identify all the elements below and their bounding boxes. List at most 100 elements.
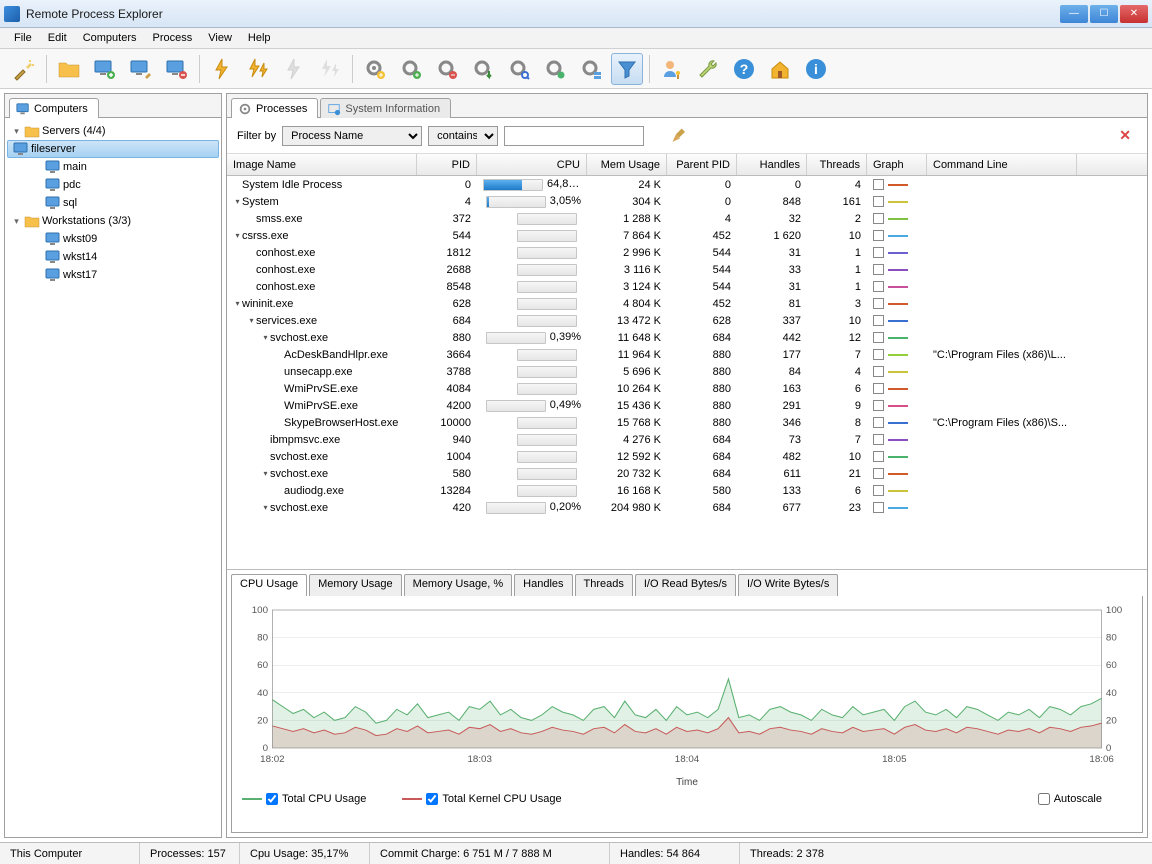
filter-value-input[interactable] [504,126,644,146]
col-image-name[interactable]: Image Name [227,154,417,175]
process-row[interactable]: audiodg.exe 13284 16 168 K 580 133 6 [227,482,1147,499]
process-row[interactable]: System Idle Process 0 64,83% 24 K 0 0 4 [227,176,1147,193]
tree-servers[interactable]: ▾ Servers (4/4) [7,122,219,140]
perf-tab-1[interactable]: Memory Usage [309,574,402,596]
close-button[interactable]: ✕ [1120,5,1148,23]
tree-item-main[interactable]: main [7,158,219,176]
tree-item-sql[interactable]: sql [7,194,219,212]
process-row[interactable]: ▾services.exe 684 13 472 K 628 337 10 [227,312,1147,329]
menu-view[interactable]: View [200,30,240,46]
chevron-down-icon[interactable]: ▾ [233,231,242,240]
minimize-button[interactable]: — [1060,5,1088,23]
tree-item-wkst17[interactable]: wkst17 [7,266,219,284]
perf-tab-0[interactable]: CPU Usage [231,574,307,596]
process-table-body[interactable]: System Idle Process 0 64,83% 24 K 0 0 4 … [227,176,1147,569]
gear-find-button[interactable] [539,53,571,85]
gear-add-button[interactable] [395,53,427,85]
tab-computers[interactable]: Computers [9,98,99,118]
gear-layers-button[interactable] [575,53,607,85]
gear-remove-button[interactable] [431,53,463,85]
col-cmd[interactable]: Command Line [927,154,1077,175]
perf-tab-2[interactable]: Memory Usage, % [404,574,512,596]
process-row[interactable]: conhost.exe 2688 3 116 K 544 33 1 [227,261,1147,278]
info-button[interactable]: i [800,53,832,85]
maximize-button[interactable]: ☐ [1090,5,1118,23]
gear-down-button[interactable] [467,53,499,85]
perf-tab-5[interactable]: I/O Read Bytes/s [635,574,736,596]
process-row[interactable]: svchost.exe 1004 12 592 K 684 482 10 [227,448,1147,465]
perf-tab-6[interactable]: I/O Write Bytes/s [738,574,838,596]
process-row[interactable]: SkypeBrowserHost.exe 10000 15 768 K 880 … [227,414,1147,431]
chevron-down-icon[interactable]: ▾ [233,197,242,206]
chevron-down-icon[interactable]: ▾ [247,316,256,325]
process-row[interactable]: conhost.exe 8548 3 124 K 544 31 1 [227,278,1147,295]
filter-button[interactable] [611,53,643,85]
bolt-disabled1-button[interactable] [278,53,310,85]
process-row[interactable]: unsecapp.exe 3788 5 696 K 880 84 4 [227,363,1147,380]
process-row[interactable]: ▾wininit.exe 628 4 804 K 452 81 3 [227,295,1147,312]
process-row[interactable]: ▾System 4 3,05% 304 K 0 848 161 [227,193,1147,210]
autoscale-checkbox[interactable] [1038,793,1050,805]
open-folder-button[interactable] [53,53,85,85]
tab-processes[interactable]: Processes [231,98,318,118]
process-row[interactable]: ▾csrss.exe 544 7 864 K 452 1 620 10 [227,227,1147,244]
chevron-down-icon[interactable]: ▾ [261,503,270,512]
process-row[interactable]: ▾svchost.exe 880 0,39% 11 648 K 684 442 … [227,329,1147,346]
perf-tab-4[interactable]: Threads [575,574,633,596]
menu-computers[interactable]: Computers [75,30,145,46]
bolt-button[interactable] [206,53,238,85]
process-row[interactable]: ▾svchost.exe 580 20 732 K 684 611 21 [227,465,1147,482]
legend-cpu-checkbox[interactable] [266,793,278,805]
chevron-down-icon[interactable]: ▾ [11,216,22,227]
legend-kernel-checkbox[interactable] [426,793,438,805]
filter-by-select[interactable]: Process Name [282,126,422,146]
col-handles[interactable]: Handles [737,154,807,175]
tree-item-fileserver[interactable]: fileserver [7,140,219,158]
process-row[interactable]: ibmpmsvc.exe 940 4 276 K 684 73 7 [227,431,1147,448]
wrench-button[interactable] [692,53,724,85]
broom-icon[interactable] [670,126,690,146]
menu-file[interactable]: File [6,30,40,46]
computers-tree[interactable]: ▾ Servers (4/4) fileserver main pdc sql … [5,118,221,837]
tree-item-pdc[interactable]: pdc [7,176,219,194]
process-table-header[interactable]: Image Name PID CPU Mem Usage Parent PID … [227,154,1147,176]
col-graph[interactable]: Graph [867,154,927,175]
col-cpu[interactable]: CPU [477,154,587,175]
close-filter-button[interactable]: ✕ [1113,125,1137,146]
wizard-button[interactable] [8,53,40,85]
home-button[interactable] [764,53,796,85]
process-row[interactable]: smss.exe 372 1 288 K 4 32 2 [227,210,1147,227]
tab-sysinfo[interactable]: System Information [320,98,451,118]
gear-new-button[interactable] [359,53,391,85]
process-row[interactable]: AcDeskBandHlpr.exe 3664 11 964 K 880 177… [227,346,1147,363]
menu-process[interactable]: Process [145,30,201,46]
bolt-group-button[interactable] [242,53,274,85]
chevron-down-icon[interactable]: ▾ [11,126,22,137]
col-ppid[interactable]: Parent PID [667,154,737,175]
edit-computer-button[interactable] [125,53,157,85]
chevron-down-icon[interactable]: ▾ [261,469,270,478]
menu-help[interactable]: Help [240,30,279,46]
process-row[interactable]: WmiPrvSE.exe 4200 0,49% 15 436 K 880 291… [227,397,1147,414]
col-mem[interactable]: Mem Usage [587,154,667,175]
tree-workstations[interactable]: ▾ Workstations (3/3) [7,212,219,230]
process-row[interactable]: WmiPrvSE.exe 4084 10 264 K 880 163 6 [227,380,1147,397]
bolt-disabled2-button[interactable] [314,53,346,85]
tab-processes-label: Processes [256,103,307,115]
col-pid[interactable]: PID [417,154,477,175]
tree-item-wkst09[interactable]: wkst09 [7,230,219,248]
chevron-down-icon[interactable]: ▾ [261,333,270,342]
add-computer-button[interactable] [89,53,121,85]
user-key-button[interactable] [656,53,688,85]
filter-op-select[interactable]: contains [428,126,498,146]
process-row[interactable]: conhost.exe 1812 2 996 K 544 31 1 [227,244,1147,261]
gear-search-button[interactable] [503,53,535,85]
menu-edit[interactable]: Edit [40,30,75,46]
remove-computer-button[interactable] [161,53,193,85]
process-row[interactable]: ▾svchost.exe 420 0,20% 204 980 K 684 677… [227,499,1147,516]
col-threads[interactable]: Threads [807,154,867,175]
perf-tab-3[interactable]: Handles [514,574,572,596]
tree-item-wkst14[interactable]: wkst14 [7,248,219,266]
chevron-down-icon[interactable]: ▾ [233,299,242,308]
help-button[interactable]: ? [728,53,760,85]
